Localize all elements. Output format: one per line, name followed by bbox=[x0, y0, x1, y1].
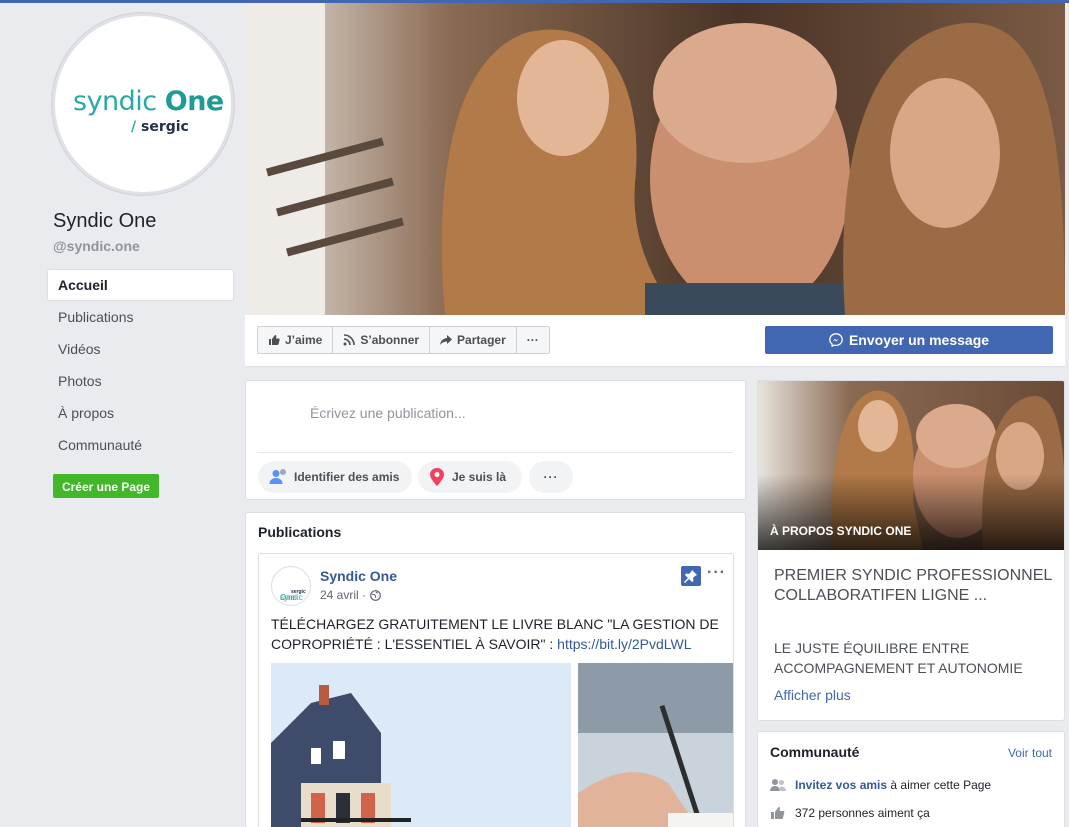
nav-item-a-propos[interactable]: À propos bbox=[47, 397, 234, 429]
post-composer: Écrivez une publication... Identifier de… bbox=[245, 380, 746, 500]
about-cover-image[interactable]: À PROPOS SYNDIC ONE bbox=[758, 381, 1064, 550]
publications-section: Publications syndic One sergic Syndic One… bbox=[245, 512, 746, 827]
invite-rest: à aimer cette Page bbox=[887, 778, 992, 792]
post-author-name[interactable]: Syndic One bbox=[320, 568, 397, 584]
people-icon bbox=[770, 779, 786, 791]
likes-row: 372 personnes aiment ça bbox=[770, 806, 930, 820]
page-handle[interactable]: @syndic.one bbox=[53, 238, 140, 254]
send-message-button[interactable]: Envoyer un message bbox=[765, 326, 1053, 354]
syndic-one-logo: syndic One / sergic bbox=[55, 16, 231, 192]
post-image-signing[interactable] bbox=[578, 663, 733, 827]
page-action-buttons: J’aime S’abonner Partager ··· bbox=[257, 326, 550, 354]
community-card: Communauté Voir tout Invitez vos amis à … bbox=[757, 731, 1065, 827]
likes-count: 372 personnes aiment ça bbox=[795, 806, 930, 820]
logo-wordmark: syndic One bbox=[73, 86, 224, 117]
tag-friends-button[interactable]: Identifier des amis bbox=[258, 461, 412, 493]
page-nav: Accueil Publications Vidéos Photos À pro… bbox=[47, 269, 234, 461]
like-button[interactable]: J’aime bbox=[258, 327, 334, 353]
about-tagline: PREMIER SYNDIC PROFESSIONNEL COLLABORATI… bbox=[774, 567, 1052, 604]
nav-item-accueil[interactable]: Accueil bbox=[47, 269, 234, 301]
composer-more-button[interactable]: ··· bbox=[529, 461, 573, 493]
post-link[interactable]: https://bit.ly/2PvdLWL bbox=[557, 636, 691, 652]
post-timestamp[interactable]: 24 avril · bbox=[320, 588, 381, 602]
share-label: Partager bbox=[457, 333, 506, 347]
tag-friends-label: Identifier des amis bbox=[294, 470, 400, 484]
pinned-post-icon bbox=[681, 566, 701, 586]
thumbs-up-icon bbox=[269, 335, 280, 345]
page-name[interactable]: Syndic One bbox=[53, 210, 156, 233]
about-card: À PROPOS SYNDIC ONE PREMIER SYNDIC PROFE… bbox=[757, 380, 1065, 721]
signing-photo bbox=[578, 663, 733, 827]
globe-icon bbox=[370, 589, 381, 601]
nav-item-publications[interactable]: Publications bbox=[47, 301, 234, 333]
post-options-button[interactable]: ··· bbox=[707, 564, 726, 582]
location-pin-icon bbox=[430, 468, 444, 486]
composer-input[interactable]: Écrivez une publication... bbox=[310, 405, 466, 421]
pin-icon bbox=[684, 570, 697, 583]
community-title: Communauté bbox=[770, 744, 860, 760]
about-description: LE JUSTE ÉQUILIBRE ENTRE ACCOMPAGNEMENT … bbox=[774, 640, 1023, 676]
invite-friends-link[interactable]: Invitez vos amis bbox=[795, 778, 887, 792]
thumbs-up-icon bbox=[771, 807, 785, 819]
follow-button[interactable]: S’abonner bbox=[333, 327, 431, 353]
cover-photo[interactable] bbox=[245, 3, 1065, 315]
follow-label: S’abonner bbox=[360, 333, 420, 347]
invite-text: Invitez vos amis à aimer cette Page bbox=[795, 778, 991, 792]
tag-friends-icon bbox=[269, 469, 286, 484]
post-author-avatar[interactable]: syndic One sergic bbox=[271, 566, 311, 606]
messenger-icon bbox=[829, 333, 843, 347]
left-column: syndic One / sergic Syndic One @syndic.o… bbox=[0, 0, 245, 827]
nav-item-photos[interactable]: Photos bbox=[47, 365, 234, 397]
logo-text-1: syndic bbox=[73, 86, 157, 117]
post-avatar-logo-sub: sergic bbox=[291, 589, 306, 595]
building-photo bbox=[271, 663, 571, 827]
rss-icon bbox=[343, 334, 356, 346]
about-title: À PROPOS SYNDIC ONE bbox=[770, 524, 912, 538]
checkin-label: Je suis là bbox=[452, 470, 507, 484]
more-actions-button[interactable]: ··· bbox=[517, 327, 549, 353]
composer-divider bbox=[258, 452, 733, 453]
logo-sub: / sergic bbox=[131, 119, 189, 135]
logo-sub-text: sergic bbox=[141, 119, 189, 135]
page-action-bar: J’aime S’abonner Partager ··· Envoyer un… bbox=[245, 315, 1065, 367]
nav-item-videos[interactable]: Vidéos bbox=[47, 333, 234, 365]
post-text: TÉLÉCHARGEZ GRATUITEMENT LE LIVRE BLANC … bbox=[271, 614, 726, 654]
send-message-label: Envoyer un message bbox=[848, 332, 990, 348]
about-see-more-link[interactable]: Afficher plus bbox=[774, 687, 851, 703]
share-arrow-icon bbox=[440, 335, 453, 345]
invite-friends-row: Invitez vos amis à aimer cette Page bbox=[770, 778, 991, 792]
community-see-all-link[interactable]: Voir tout bbox=[1008, 746, 1052, 760]
cover-photo-image bbox=[245, 3, 1065, 315]
logo-text-2: One bbox=[164, 86, 225, 117]
post-image-building[interactable] bbox=[271, 663, 571, 827]
share-button[interactable]: Partager bbox=[430, 327, 517, 353]
create-page-button[interactable]: Créer une Page bbox=[53, 474, 159, 498]
post-date-text: 24 avril · bbox=[320, 588, 367, 602]
checkin-button[interactable]: Je suis là bbox=[418, 461, 522, 493]
publications-header: Publications bbox=[258, 524, 342, 540]
like-label: J’aime bbox=[285, 333, 323, 347]
page-profile-picture[interactable]: syndic One / sergic bbox=[52, 13, 234, 195]
nav-item-communaute[interactable]: Communauté bbox=[47, 429, 234, 461]
pinned-post: syndic One sergic Syndic One 24 avril · ·… bbox=[258, 553, 734, 827]
